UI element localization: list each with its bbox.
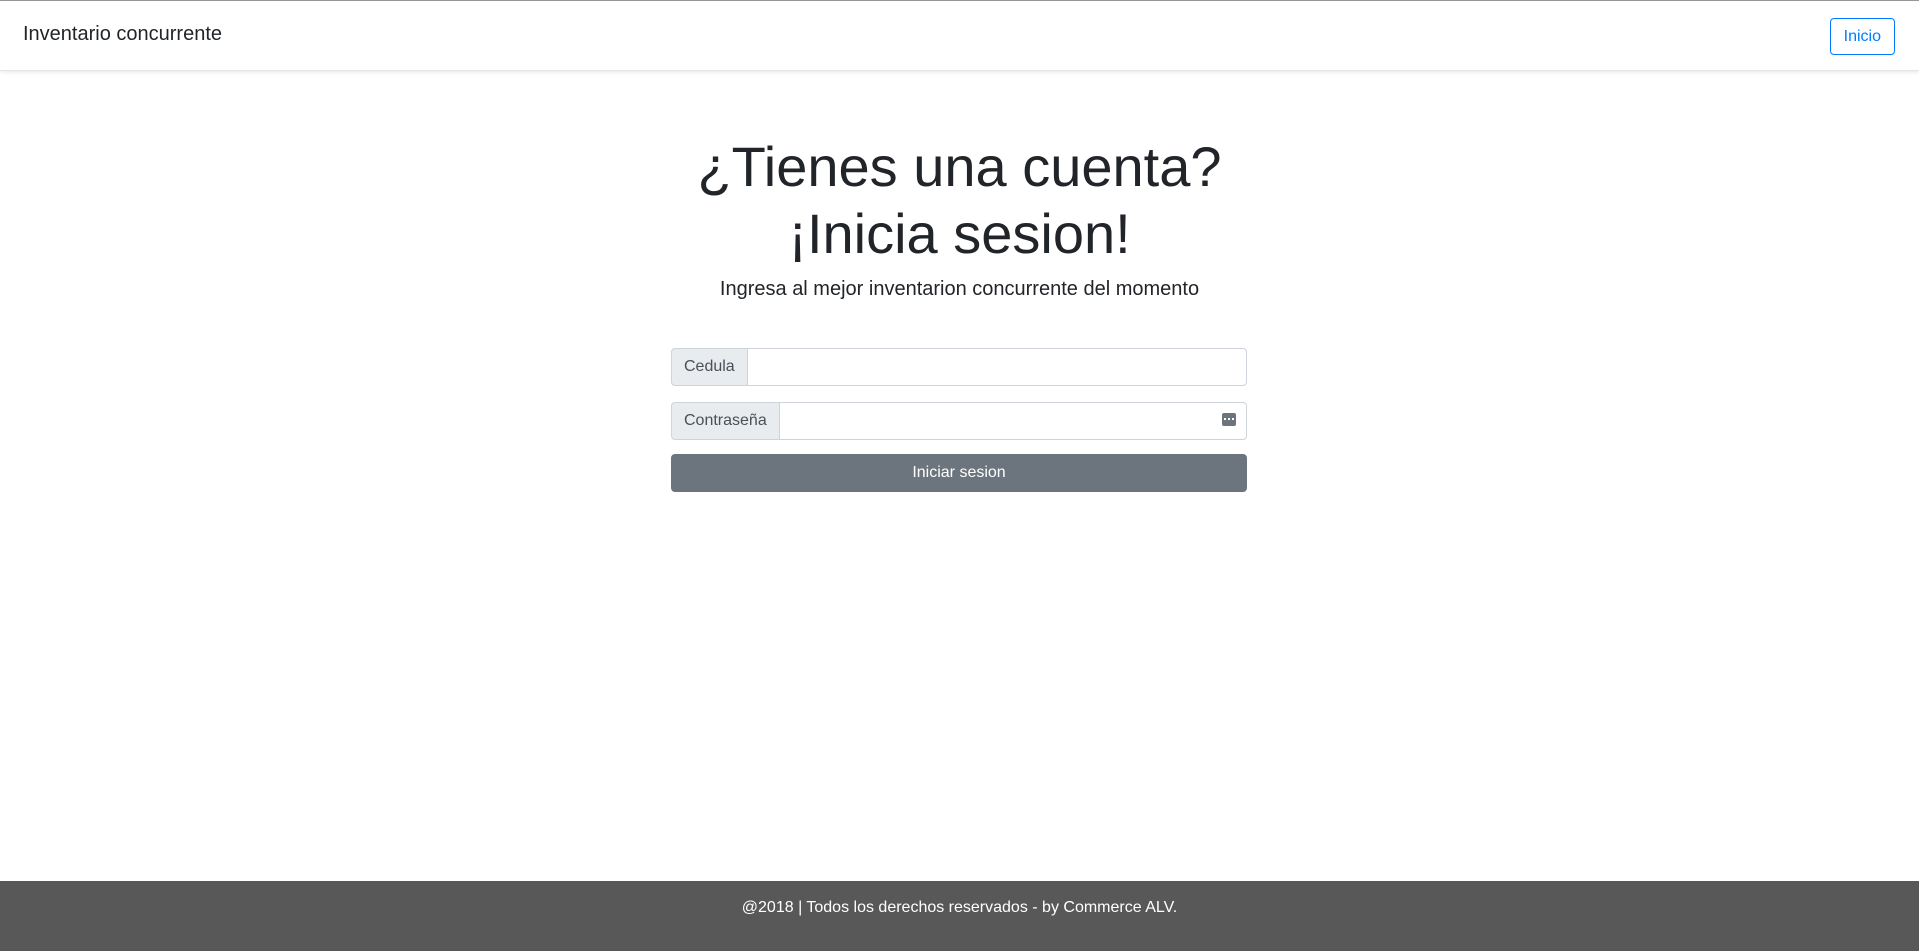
cedula-field-wrapper (746, 348, 1247, 386)
page-title: ¿Tienes una cuenta? ¡Inicia sesion! (0, 133, 1919, 267)
hero: ¿Tienes una cuenta? ¡Inicia sesion! Ingr… (0, 133, 1919, 301)
password-input-group: Contraseña (671, 402, 1247, 440)
navbar-brand[interactable]: Inventario concurrente (23, 23, 222, 46)
password-label: Contraseña (671, 402, 779, 440)
page: Inventario concurrente Inicio ¿Tienes un… (0, 0, 1919, 951)
page-subtitle: Ingresa al mejor inventarion concurrente… (719, 278, 1200, 300)
navbar: Inventario concurrente Inicio (0, 1, 1919, 71)
title-line-2: ¡Inicia sesion! (788, 202, 1131, 265)
cedula-input-group: Cedula (671, 348, 1247, 386)
password-manager-icon[interactable] (1222, 413, 1236, 426)
login-button[interactable]: Iniciar sesion (671, 454, 1247, 492)
home-button[interactable]: Inicio (1829, 18, 1895, 55)
cedula-label: Cedula (671, 348, 747, 386)
title-line-1: ¿Tienes una cuenta? (697, 135, 1222, 198)
footer-text: @2018 | Todos los derechos reservados - … (741, 899, 1178, 916)
password-field-wrapper (778, 402, 1247, 440)
footer: @2018 | Todos los derechos reservados - … (0, 881, 1919, 951)
login-form: Cedula Contraseña Iniciar sesion (671, 348, 1247, 492)
cedula-input[interactable] (747, 349, 1246, 385)
password-input[interactable] (779, 403, 1246, 439)
